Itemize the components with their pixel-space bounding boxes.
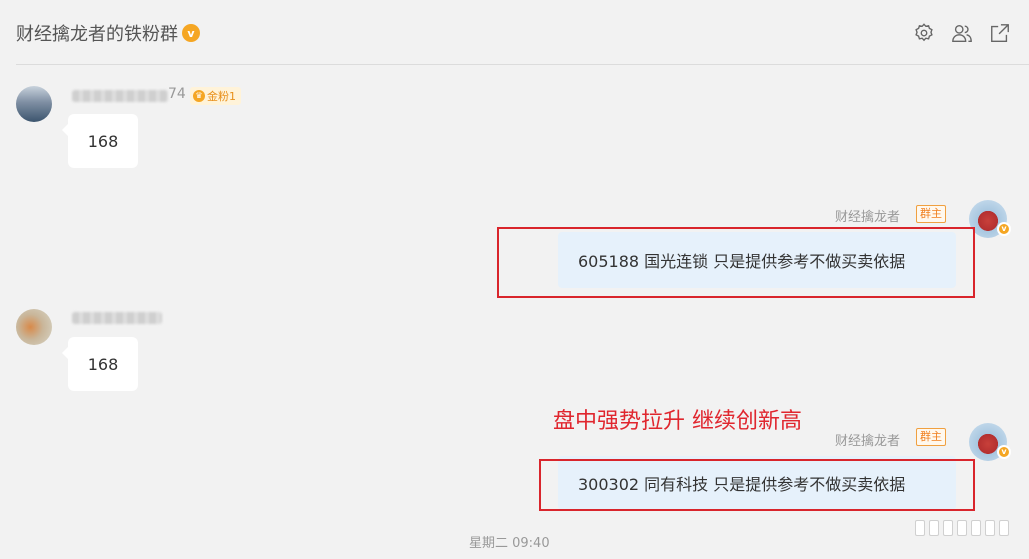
group-owner-tag: 群主 (916, 205, 946, 223)
verified-badge-icon: v (182, 24, 200, 42)
verified-v-icon: v (997, 445, 1011, 459)
username-blurred (72, 312, 162, 324)
message-bubble[interactable]: 168 (62, 337, 138, 391)
message-bubble[interactable]: 168 (62, 114, 138, 168)
highlight-box (539, 459, 975, 511)
username-suffix: 74 (168, 86, 186, 102)
verified-v-icon: v (997, 222, 1011, 236)
chat-header: 财经擒龙者的铁粉群 v (0, 0, 1029, 66)
fan-level-badge: ♛ 金粉1 (190, 87, 241, 105)
sender-name[interactable]: 财经擒龙者 (835, 206, 900, 225)
group-title-text: 财经擒龙者的铁粉群 (16, 24, 178, 45)
message-timestamp: 星期二 09:40 (469, 536, 550, 551)
annotation-text: 盘中强势拉升 继续创新高 (553, 409, 802, 434)
fan-crown-icon: ♛ (193, 90, 205, 102)
settings-gear-icon[interactable] (913, 22, 935, 44)
message-text: 168 (87, 354, 119, 374)
avatar[interactable] (16, 309, 52, 345)
message-text: 168 (87, 131, 119, 151)
members-icon[interactable] (951, 22, 973, 44)
header-actions (913, 22, 1011, 44)
fan-level-label: 金粉1 (207, 90, 236, 103)
avatar[interactable] (16, 86, 52, 122)
open-external-icon[interactable] (989, 22, 1011, 44)
group-title: 财经擒龙者的铁粉群 v (16, 20, 200, 46)
highlight-box (497, 227, 975, 298)
header-divider (16, 64, 1029, 65)
username-blurred (72, 90, 168, 102)
watermark-decoration (915, 518, 1009, 538)
sender-name[interactable]: 财经擒龙者 (835, 430, 900, 449)
group-owner-tag: 群主 (916, 428, 946, 446)
